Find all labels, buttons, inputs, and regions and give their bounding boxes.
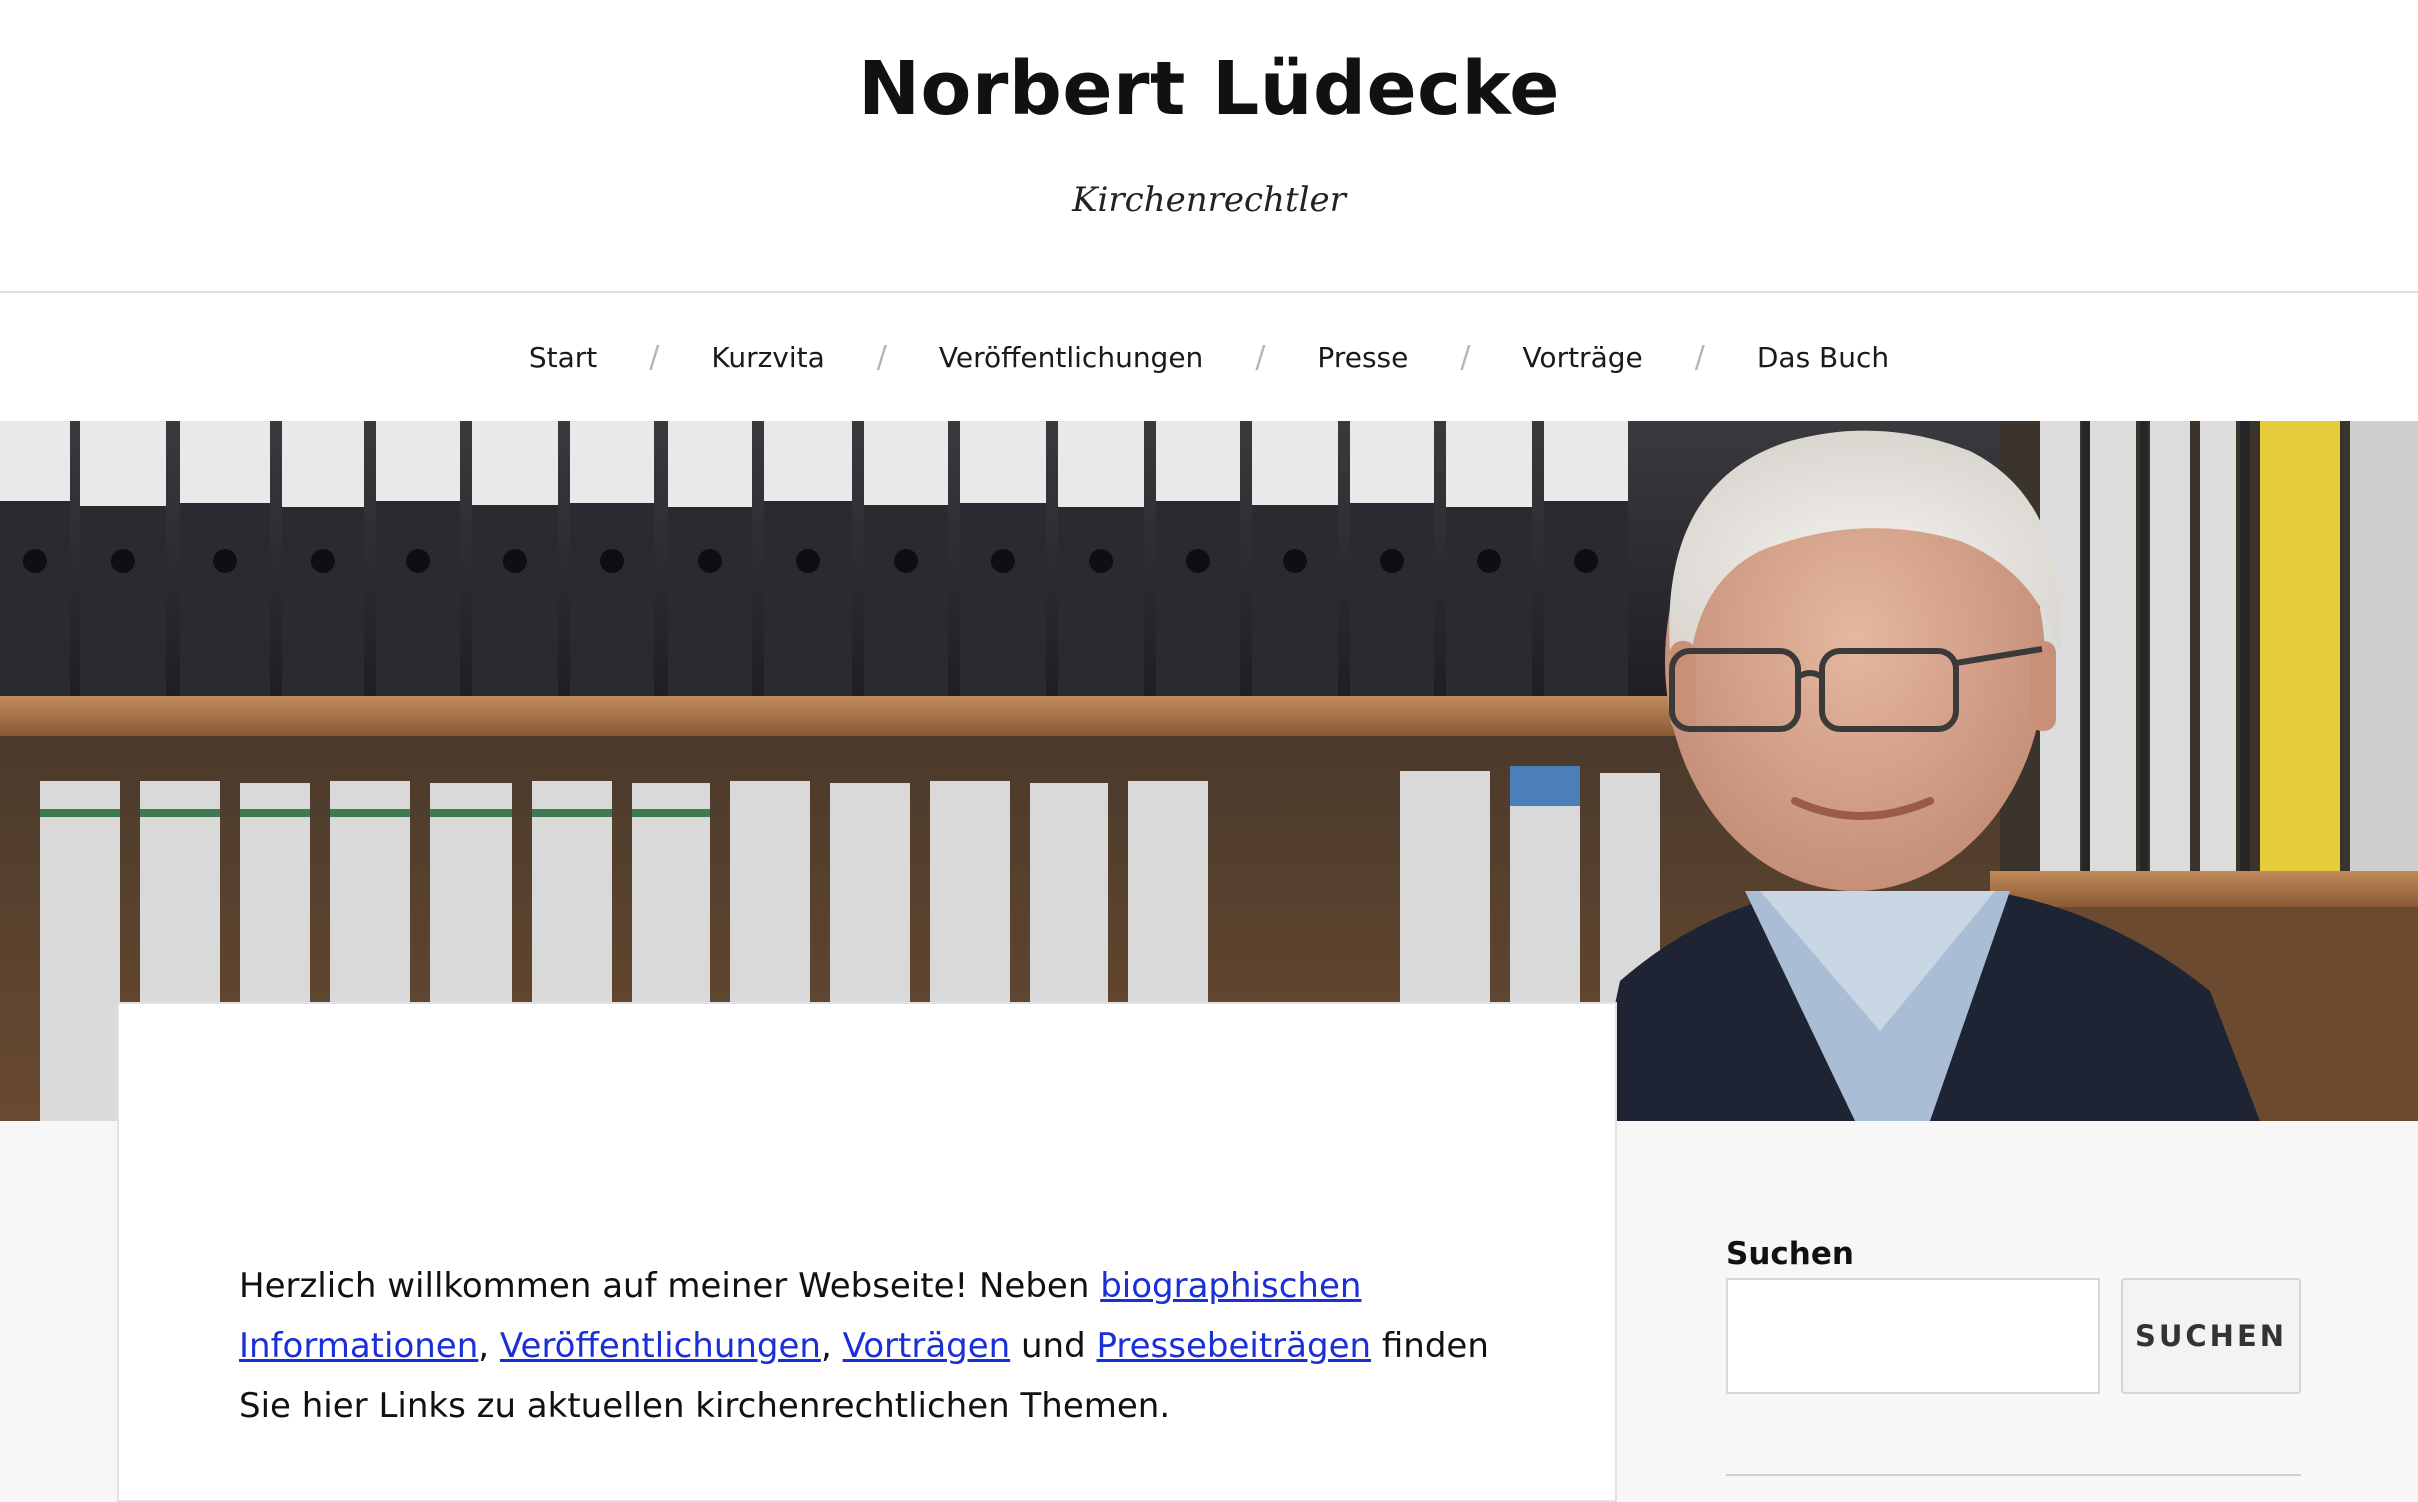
link-vortraege[interactable]: Vorträgen <box>843 1326 1011 1366</box>
intro-separator: , <box>820 1326 843 1366</box>
site-tagline: Kirchenrechtler <box>1072 180 1346 220</box>
nav-separator: / <box>1460 339 1471 375</box>
intro-separator: , <box>478 1326 500 1366</box>
search-button[interactable]: SUCHEN <box>2121 1278 2301 1394</box>
main-navigation: Start / Kurzvita / Veröffentlichungen / … <box>0 293 2418 421</box>
nav-separator: / <box>1694 339 1705 375</box>
nav-item-kurzvita[interactable]: Kurzvita <box>701 341 834 374</box>
nav-item-veroeffentlichungen[interactable]: Veröffentlichungen <box>929 341 1213 374</box>
search-input[interactable] <box>1726 1278 2100 1394</box>
nav-item-start[interactable]: Start <box>519 341 607 374</box>
sidebar-divider <box>1726 1474 2301 1476</box>
link-pressebeitraege[interactable]: Pressebeiträgen <box>1097 1326 1372 1366</box>
nav-separator: / <box>876 339 887 375</box>
link-veroeffentlichungen[interactable]: Veröffentlichungen <box>500 1326 821 1366</box>
intro-paragraph: Herzlich willkommen auf meiner Webseite!… <box>239 1256 1519 1436</box>
nav-item-presse[interactable]: Presse <box>1307 341 1418 374</box>
main-content-card: Herzlich willkommen auf meiner Webseite!… <box>117 1002 1617 1502</box>
intro-text-und: und <box>1010 1326 1097 1366</box>
nav-separator: / <box>649 339 660 375</box>
site-header: Norbert Lüdecke Kirchenrechtler <box>0 0 2418 293</box>
site-title[interactable]: Norbert Lüdecke <box>0 52 2418 126</box>
nav-item-das-buch[interactable]: Das Buch <box>1747 341 1899 374</box>
nav-item-vortraege[interactable]: Vorträge <box>1512 341 1652 374</box>
search-label: Suchen <box>1726 1236 1854 1272</box>
intro-text-start: Herzlich willkommen auf meiner Webseite!… <box>239 1266 1101 1306</box>
nav-separator: / <box>1255 339 1266 375</box>
